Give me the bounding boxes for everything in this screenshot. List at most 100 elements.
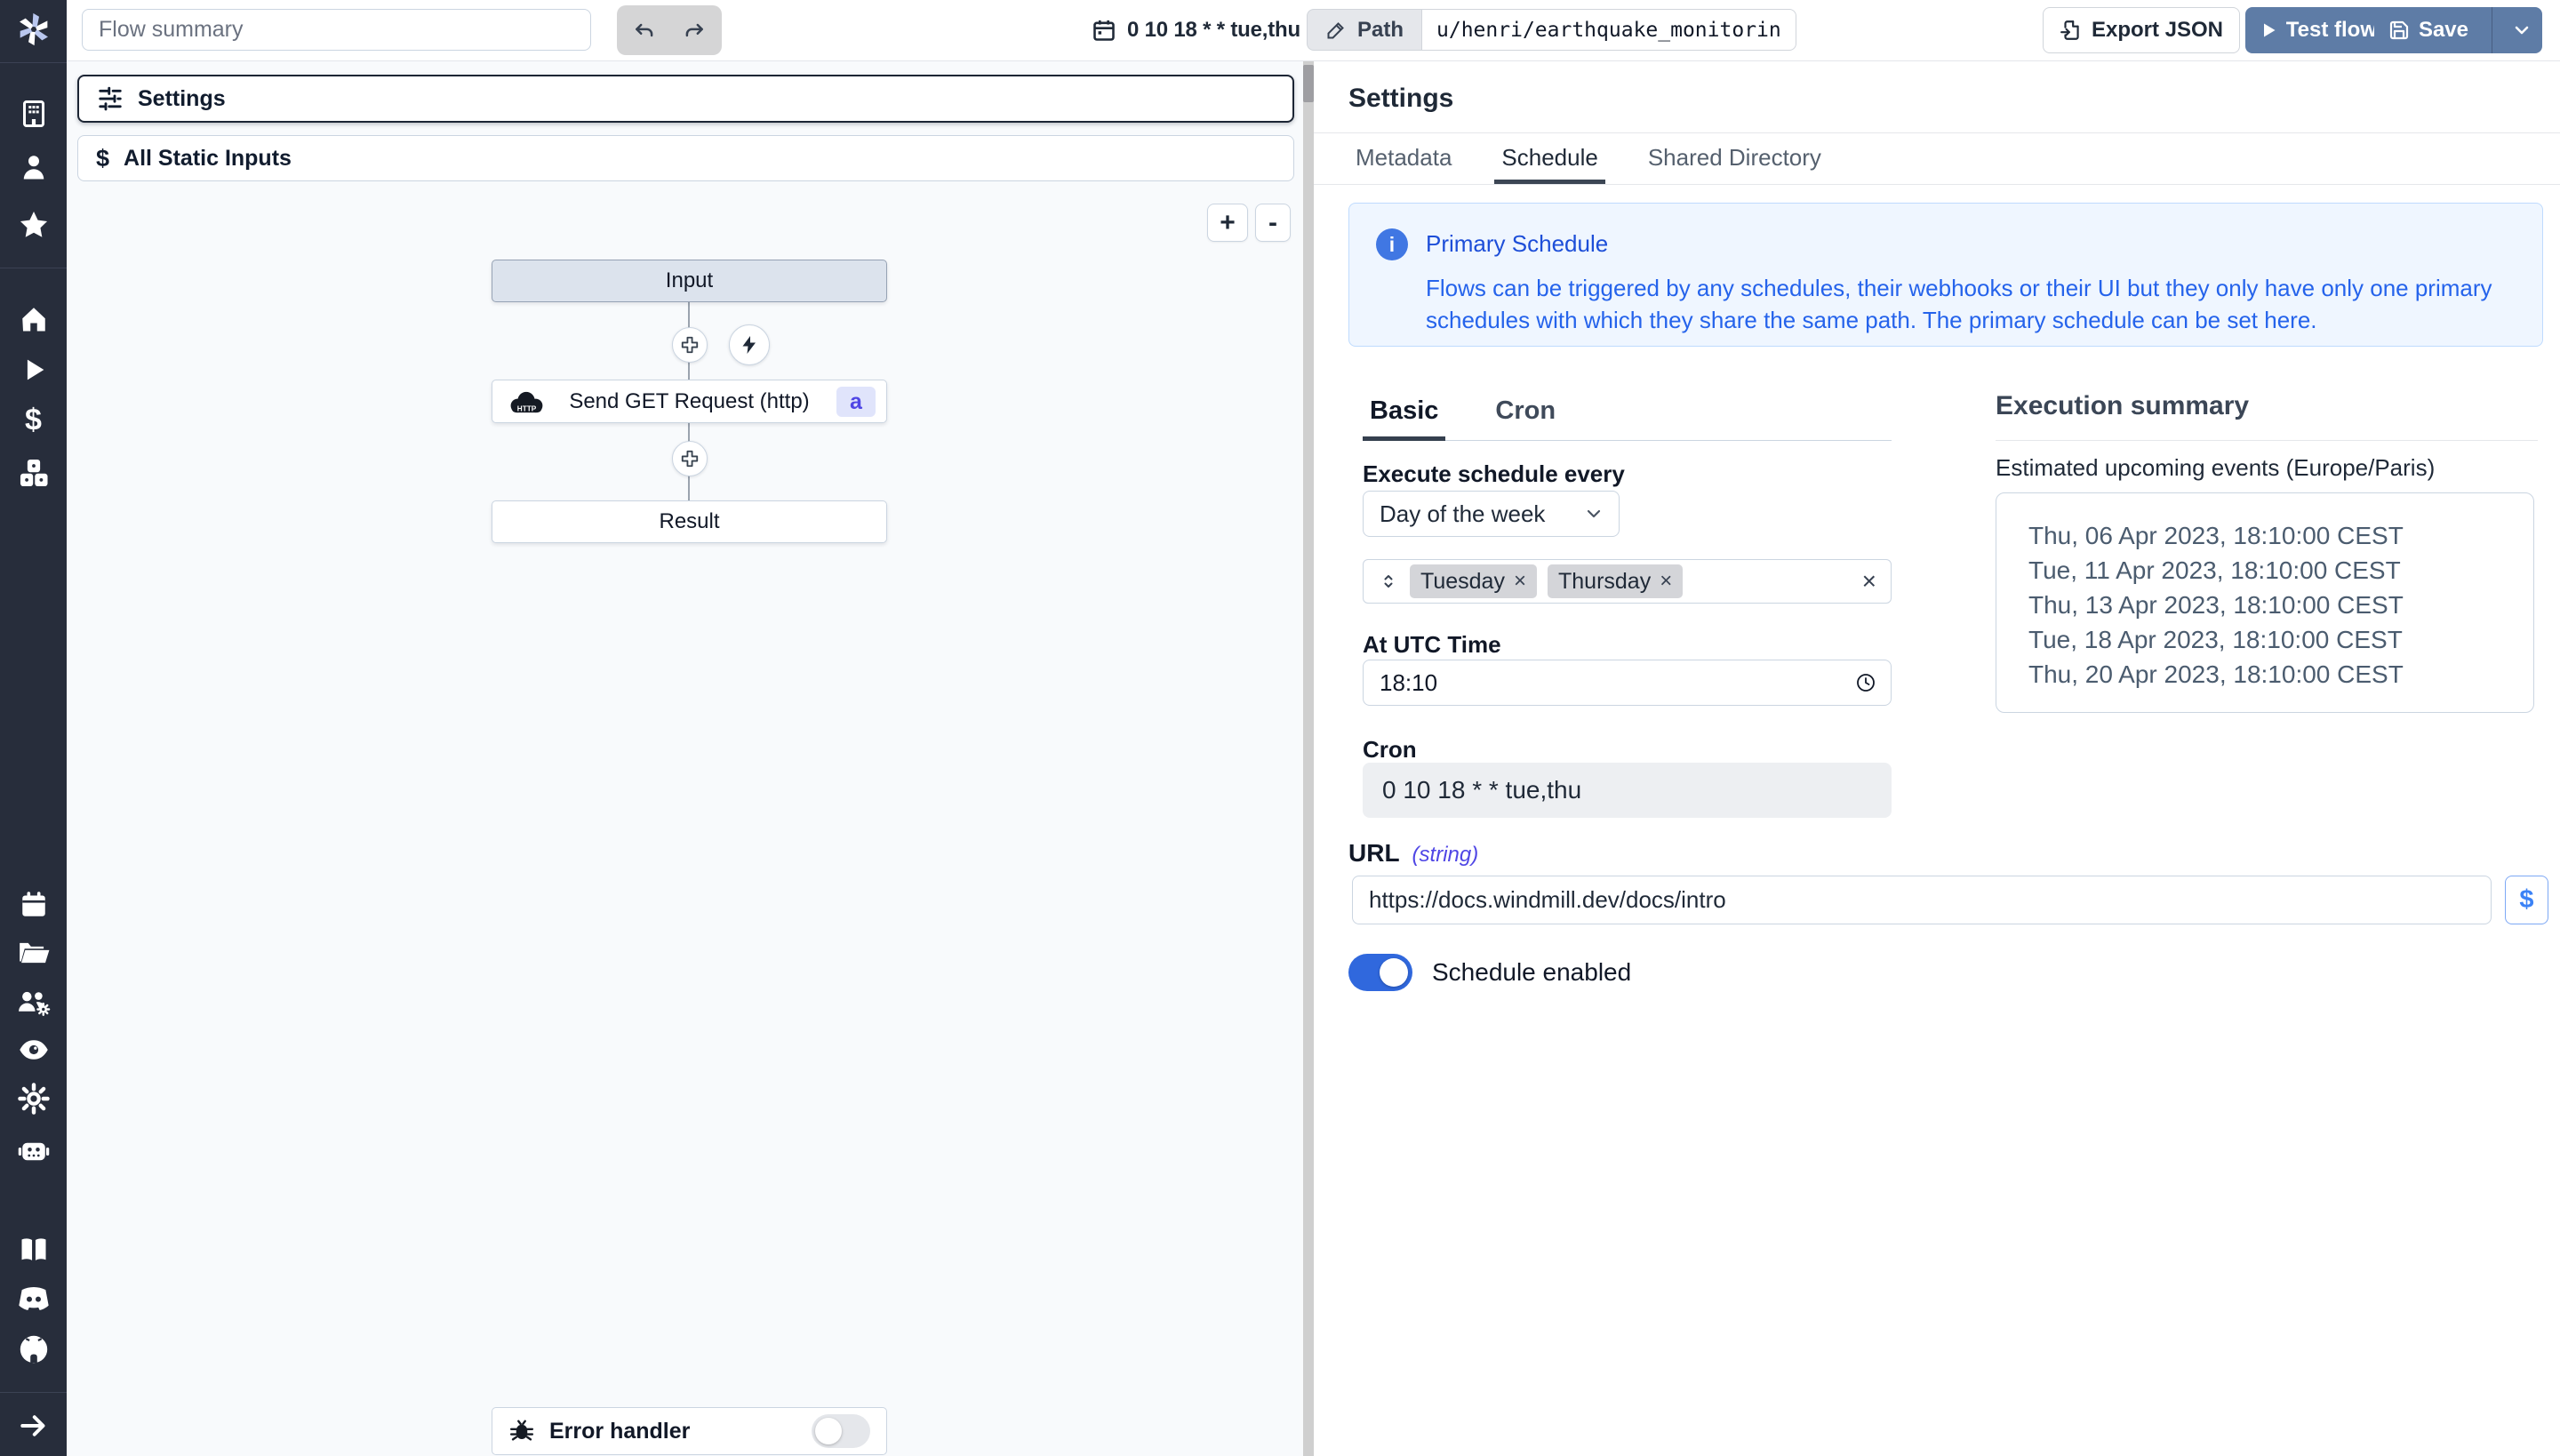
- schedule-enabled-toggle[interactable]: [1348, 954, 1412, 991]
- zoom-in-button[interactable]: +: [1207, 204, 1248, 242]
- chevron-down-icon: [1583, 503, 1604, 524]
- undo-redo-group: [617, 5, 722, 55]
- tab-metadata[interactable]: Metadata: [1348, 133, 1459, 184]
- calendar-icon: [18, 889, 50, 921]
- frequency-select[interactable]: Day of the week: [1363, 491, 1620, 537]
- redo-button[interactable]: [672, 9, 716, 52]
- save-more-button[interactable]: [2501, 7, 2542, 53]
- url-input[interactable]: [1352, 876, 2492, 924]
- execute-schedule-label: Execute schedule every: [1363, 460, 1625, 488]
- test-flow-label: Test flow: [2286, 18, 2377, 43]
- flow-node-http-label: Send GET Request (http): [569, 389, 809, 414]
- upcoming-events-box: Thu, 06 Apr 2023, 18:10:00 CEST Tue, 11 …: [1996, 492, 2534, 713]
- windmill-logo-icon[interactable]: [13, 9, 54, 50]
- file-export-icon: [2060, 19, 2083, 42]
- path-label: Path: [1357, 18, 1404, 43]
- flow-settings-bar[interactable]: Settings: [77, 75, 1294, 123]
- sidebar-item-schedules[interactable]: [18, 889, 50, 921]
- sidebar-item-discord[interactable]: [16, 1284, 52, 1315]
- windmill-flow-editor: $: [0, 0, 2560, 1456]
- sidebar: $: [0, 0, 67, 1456]
- sidebar-item-workspace[interactable]: [18, 98, 50, 130]
- github-icon: [17, 1332, 51, 1366]
- sidebar-item-folders[interactable]: [17, 936, 51, 970]
- plus-cross-icon: [680, 449, 700, 468]
- event-item: Thu, 13 Apr 2023, 18:10:00 CEST: [2028, 588, 2533, 622]
- error-handler-bar[interactable]: Error handler: [492, 1407, 887, 1455]
- primary-schedule-badge[interactable]: 0 10 18 * * tue,thu: [1092, 0, 1300, 60]
- sidebar-item-docs[interactable]: [17, 1234, 51, 1266]
- svg-text:HTTP: HTTP: [517, 405, 537, 413]
- flow-node-input[interactable]: Input: [492, 260, 887, 302]
- test-flow-button[interactable]: Test flow: [2245, 7, 2391, 53]
- sidebar-item-variables[interactable]: $: [25, 404, 42, 438]
- sidebar-item-github[interactable]: [17, 1332, 51, 1366]
- user-icon: [18, 151, 50, 183]
- sidebar-item-favorites[interactable]: [17, 208, 51, 242]
- clock-icon: [1855, 672, 1876, 693]
- undo-button[interactable]: [622, 9, 667, 52]
- topbar-cron-text: 0 10 18 * * tue,thu: [1127, 18, 1300, 43]
- save-button[interactable]: Save: [2374, 7, 2483, 53]
- flow-summary-input[interactable]: [82, 9, 591, 51]
- path-value[interactable]: u/henri/earthquake_monitorin: [1421, 9, 1796, 51]
- export-json-label: Export JSON: [2092, 18, 2223, 43]
- settings-title: Settings: [1348, 84, 1453, 114]
- sidebar-expand-button[interactable]: [18, 1410, 50, 1442]
- arrow-right-icon: [18, 1410, 50, 1442]
- day-chip-label: Thursday: [1558, 569, 1651, 595]
- flow-settings-label: Settings: [138, 86, 226, 112]
- bug-icon: [508, 1418, 535, 1444]
- save-label: Save: [2419, 18, 2468, 43]
- flow-node-result[interactable]: Result: [492, 500, 887, 543]
- content: Settings $ All Static Inputs + - Input: [67, 60, 2560, 1456]
- variable-picker-button[interactable]: $: [2505, 876, 2548, 924]
- clear-all-icon[interactable]: ×: [1862, 567, 1876, 596]
- url-type-hint: (string): [1412, 843, 1479, 868]
- save-button-group: Save: [2374, 7, 2542, 53]
- tab-cron[interactable]: Cron: [1488, 396, 1563, 440]
- tab-basic[interactable]: Basic: [1363, 396, 1445, 440]
- schedule-mode-tabs: Basic Cron: [1363, 396, 1892, 441]
- remove-chip-icon[interactable]: ×: [1660, 569, 1672, 594]
- divider: [1996, 440, 2538, 441]
- remove-chip-icon[interactable]: ×: [1514, 569, 1526, 594]
- event-item: Tue, 11 Apr 2023, 18:10:00 CEST: [2028, 553, 2533, 588]
- time-input[interactable]: 18:10: [1363, 660, 1892, 706]
- plus-cross-icon: [680, 335, 700, 355]
- panel-splitter[interactable]: [1303, 60, 1314, 1456]
- tab-shared-directory[interactable]: Shared Directory: [1641, 133, 1828, 184]
- sidebar-item-audit-logs[interactable]: [16, 1034, 52, 1066]
- edit-path-button[interactable]: Path: [1307, 9, 1421, 51]
- divider: [1314, 184, 2560, 185]
- insert-step-button[interactable]: [672, 441, 708, 476]
- sidebar-item-home[interactable]: [18, 303, 50, 335]
- tab-schedule[interactable]: Schedule: [1494, 133, 1604, 184]
- robot-icon: [16, 1134, 52, 1166]
- cron-label: Cron: [1363, 736, 1417, 764]
- sidebar-item-user[interactable]: [18, 151, 50, 183]
- trigger-button[interactable]: [729, 324, 770, 365]
- sidebar-item-groups[interactable]: [16, 985, 52, 1019]
- sidebar-item-runs[interactable]: [19, 355, 49, 385]
- all-static-inputs-bar[interactable]: $ All Static Inputs: [77, 135, 1294, 181]
- home-icon: [18, 303, 50, 335]
- insert-step-button[interactable]: [672, 327, 708, 363]
- sidebar-item-workers[interactable]: [16, 1134, 52, 1166]
- sidebar-item-resources[interactable]: [17, 456, 51, 490]
- lightning-icon: [739, 334, 760, 356]
- settings-tabs: Metadata Schedule Shared Directory: [1348, 133, 1828, 184]
- splitter-handle[interactable]: [1303, 65, 1314, 102]
- schedule-enabled-label: Schedule enabled: [1432, 958, 1631, 987]
- chevron-down-icon: [2511, 20, 2532, 41]
- event-item: Tue, 18 Apr 2023, 18:10:00 CEST: [2028, 622, 2533, 657]
- execution-summary-subtitle: Estimated upcoming events (Europe/Paris): [1996, 454, 2435, 482]
- zoom-out-button[interactable]: -: [1255, 204, 1291, 242]
- error-handler-toggle[interactable]: [812, 1414, 870, 1448]
- book-icon: [17, 1234, 51, 1266]
- sidebar-item-workspace-settings[interactable]: [17, 1082, 51, 1116]
- flow-node-http[interactable]: HTTP Send GET Request (http) a: [492, 380, 887, 423]
- export-json-button[interactable]: Export JSON: [2043, 7, 2240, 53]
- sidebar-divider: [0, 62, 67, 63]
- days-multiselect[interactable]: Tuesday × Thursday × ×: [1363, 559, 1892, 604]
